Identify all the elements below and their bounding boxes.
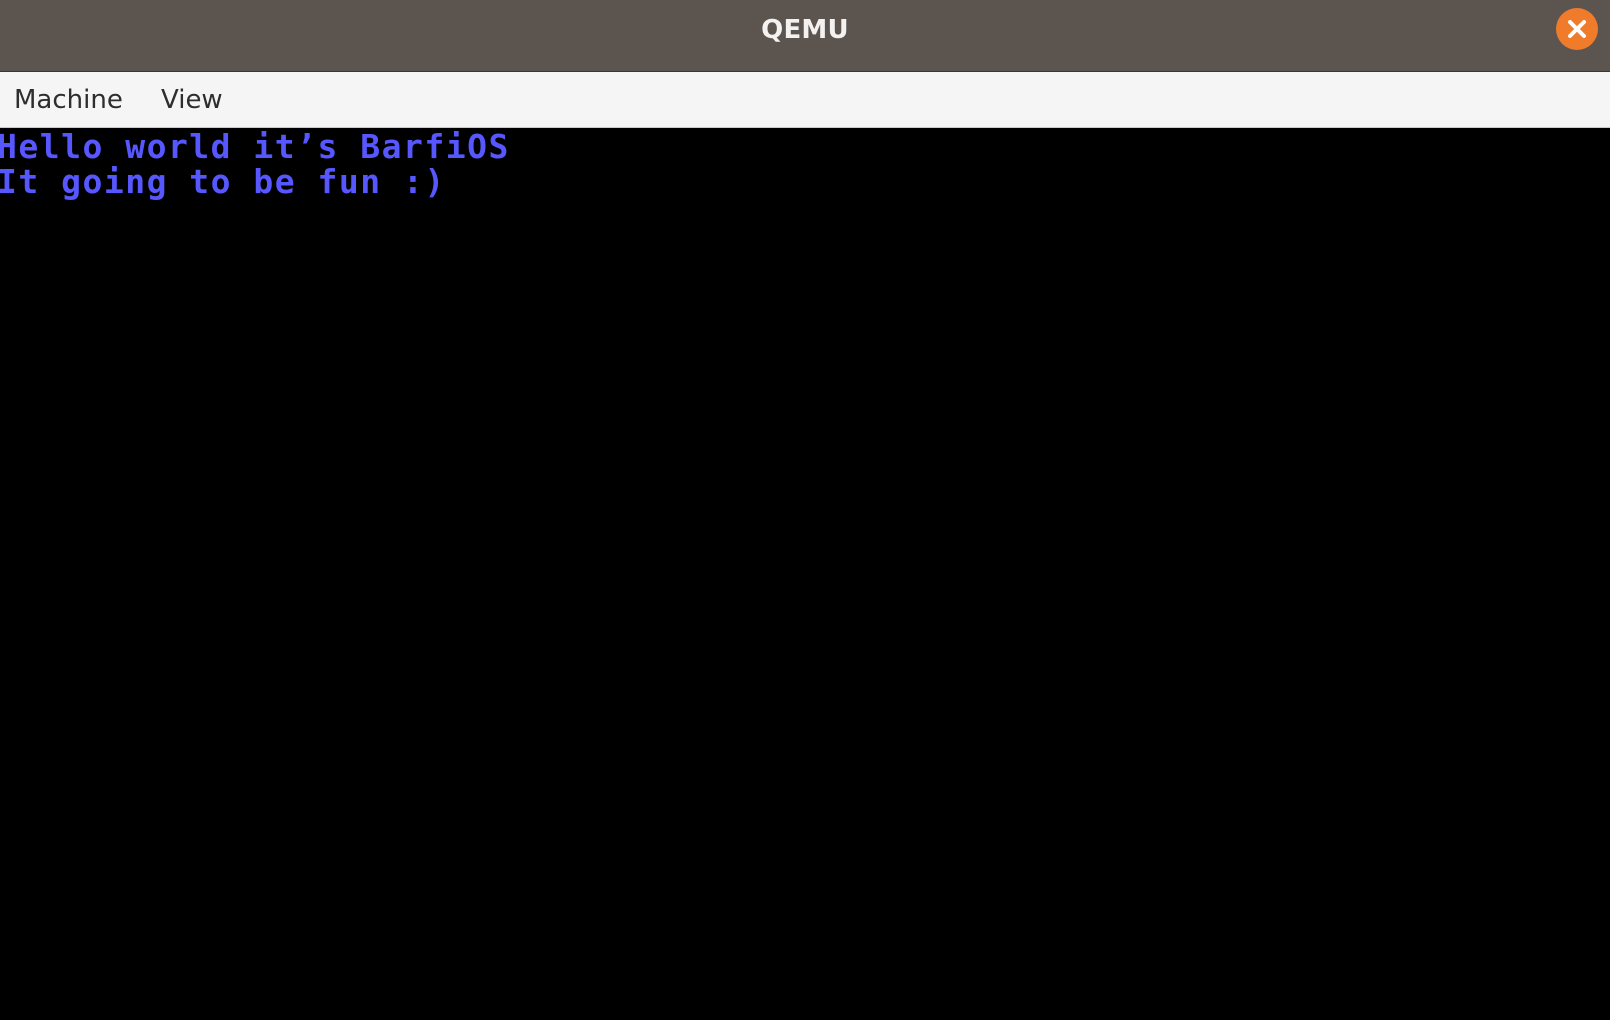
menu-machine[interactable]: Machine (0, 72, 137, 128)
close-button[interactable] (1556, 8, 1598, 50)
window-title: QEMU (761, 15, 849, 45)
qemu-window: QEMU Machine View Hello world it’s Barfi… (0, 0, 1610, 1020)
close-icon (1568, 20, 1586, 38)
menu-view[interactable]: View (147, 72, 237, 128)
title-bar[interactable]: QEMU (0, 0, 1610, 72)
console-line: Hello world it’s BarfiOS (0, 129, 510, 166)
guest-display[interactable]: Hello world it’s BarfiOS It going to be … (0, 129, 1610, 1020)
console-line: It going to be fun :) (0, 162, 446, 201)
menu-bar: Machine View (0, 72, 1610, 128)
